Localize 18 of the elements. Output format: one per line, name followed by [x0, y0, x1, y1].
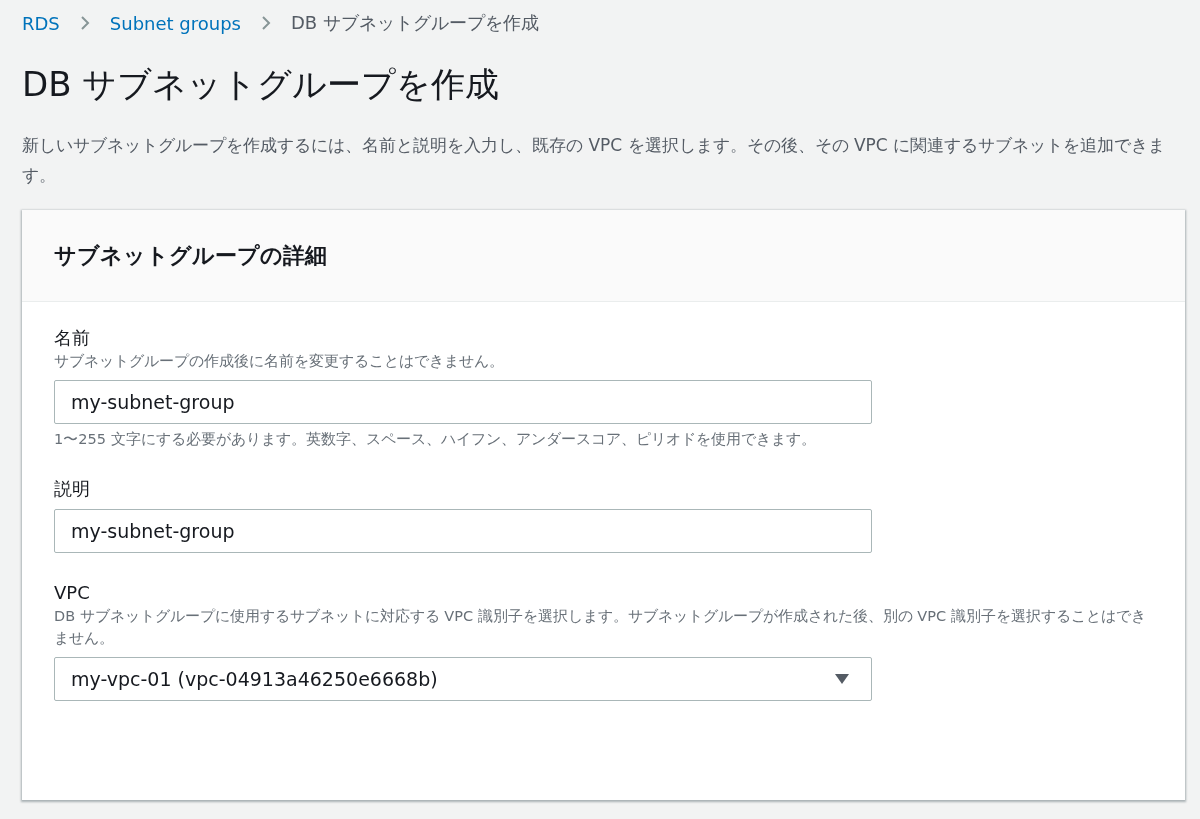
page-title: DB サブネットグループを作成 — [22, 63, 501, 106]
field-label: 説明 — [54, 477, 91, 501]
chevron-right-icon — [261, 15, 271, 31]
breadcrumb-link[interactable]: RDS — [22, 12, 60, 34]
panel-title: サブネットグループの詳細 — [54, 241, 327, 270]
caret-down-icon — [835, 674, 849, 684]
field-hint: サブネットグループの作成後に名前を変更することはできません。 — [54, 352, 505, 371]
chevron-right-icon — [79, 15, 90, 31]
input-field[interactable]: my-subnet-group — [54, 509, 872, 553]
vpc-select[interactable]: my-vpc-01 (vpc-04913a46250e6668b) — [54, 657, 872, 701]
field-hint: DB サブネットグループに使用するサブネットに対応する VPC 識別子を選択します。サブネットグループが作成された後、別の VPC 識別子を選択することはできません。 — [54, 607, 1147, 648]
breadcrumb-current: DB サブネットグループを作成 — [291, 11, 539, 35]
input-field[interactable]: my-subnet-group — [54, 380, 872, 424]
field-label: VPC — [54, 581, 91, 605]
breadcrumb-link[interactable]: Subnet groups — [109, 12, 241, 34]
page-description: 新しいサブネットグループを作成するには、名前と説明を入力し、既存の VPC を選択します。その後、その VPC に関連するサブネットを追加できます。 — [22, 134, 1167, 187]
field-constraint: 1〜255 文字にする必要があります。英数字、スペース、ハイフン、アンダースコア、ピリオドを使用できます。 — [54, 430, 817, 449]
field-label: 名前 — [54, 326, 91, 350]
